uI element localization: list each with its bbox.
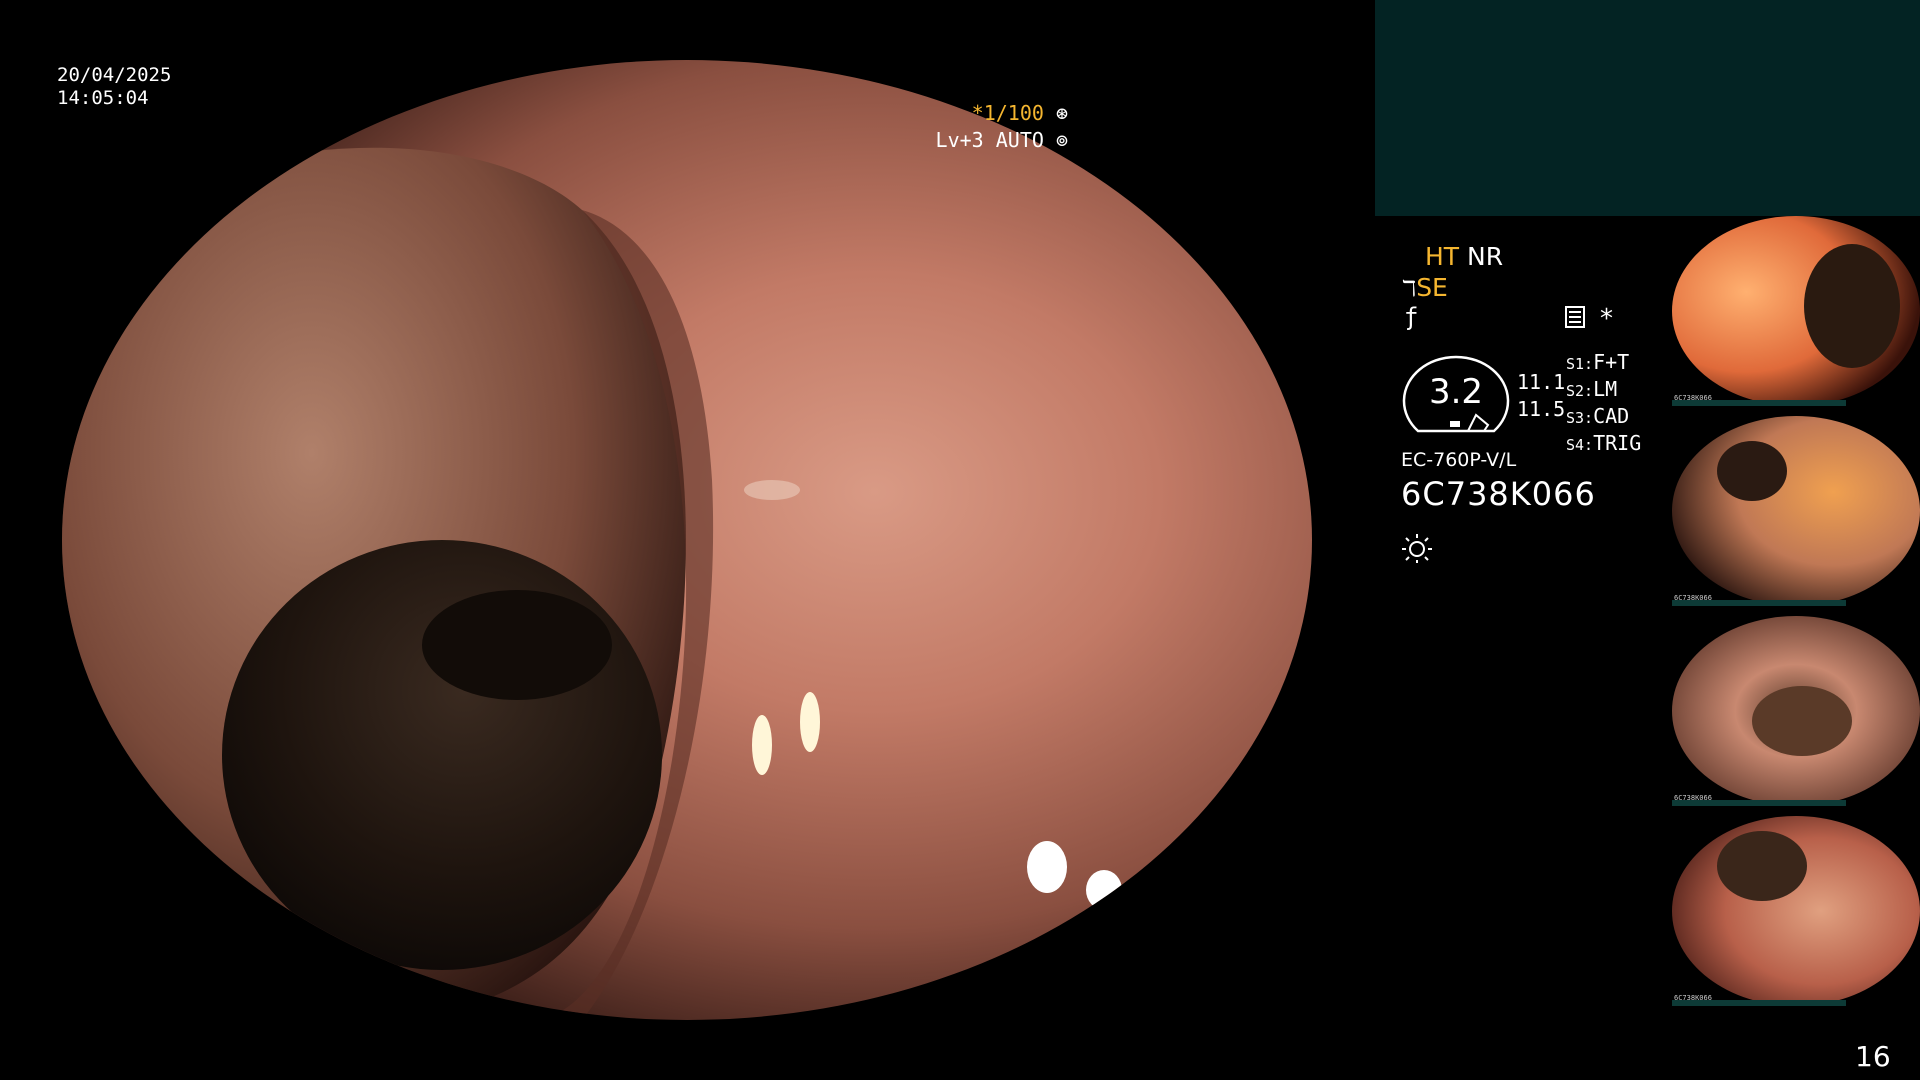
- switch-row: S3:CAD: [1566, 404, 1630, 428]
- thumbnail-3[interactable]: 6C738K066: [1672, 616, 1920, 806]
- thumbnail-label: 6C738K066: [1674, 794, 1712, 802]
- ht-text: HT: [1425, 242, 1460, 271]
- f-symbol-icon: ƒ: [1404, 303, 1419, 331]
- thumbnail-label: 6C738K066: [1674, 594, 1712, 602]
- info-panel-blank: [1375, 0, 1920, 216]
- thumbnail-1[interactable]: 6C738K066: [1672, 216, 1920, 406]
- se-status: ℸSE: [1402, 273, 1448, 302]
- auto-iris-icon: ⊚: [1055, 128, 1068, 152]
- star-indicator: *: [1600, 304, 1613, 334]
- scope-tip-icon: ℸ: [1402, 277, 1417, 302]
- thumbnail-label: 6C738K066: [1674, 394, 1712, 402]
- shutter-icon: ⊛: [1055, 101, 1068, 125]
- endoscope-main-view: [62, 60, 1312, 1020]
- level-indicator: Lv+3 AUTO ⊚: [936, 128, 1068, 152]
- nr-text: NR: [1467, 242, 1504, 271]
- reading-1: 11.1: [1517, 370, 1566, 394]
- scope-model: EC-760P-V/L: [1401, 449, 1517, 471]
- thumbnail-label: 6C738K066: [1674, 994, 1712, 1002]
- level-text: Lv+3 AUTO: [935, 128, 1044, 152]
- switch-row: S4:TRIG: [1566, 431, 1642, 455]
- timestamp: 20/04/2025 14:05:04: [57, 64, 171, 110]
- switch-assignments: S1:F+T S2:LM S3:CAD S4:TRIG: [1566, 350, 1641, 458]
- memo-icon: [1565, 306, 1585, 328]
- page-number: 16: [1855, 1040, 1891, 1073]
- se-text: SE: [1416, 273, 1448, 302]
- switch-row: S2:LM: [1566, 377, 1618, 401]
- ht-nr-status: HT NR: [1425, 242, 1503, 271]
- zoom-indicator: *1/100 ⊛: [972, 101, 1068, 125]
- zoom-text: *1/100: [971, 101, 1044, 125]
- light-icon: [1402, 534, 1432, 563]
- thumbnail-4[interactable]: 6C738K066: [1672, 816, 1920, 1006]
- scope-serial: 6C738K066: [1401, 475, 1596, 513]
- dial-value: 3.2: [1428, 372, 1484, 412]
- time-text: 14:05:04: [57, 87, 149, 109]
- date-text: 20/04/2025: [57, 64, 172, 86]
- switch-row: S1:F+T: [1566, 350, 1630, 374]
- reading-2: 11.5: [1517, 397, 1566, 421]
- thumbnail-2[interactable]: 6C738K066: [1672, 416, 1920, 606]
